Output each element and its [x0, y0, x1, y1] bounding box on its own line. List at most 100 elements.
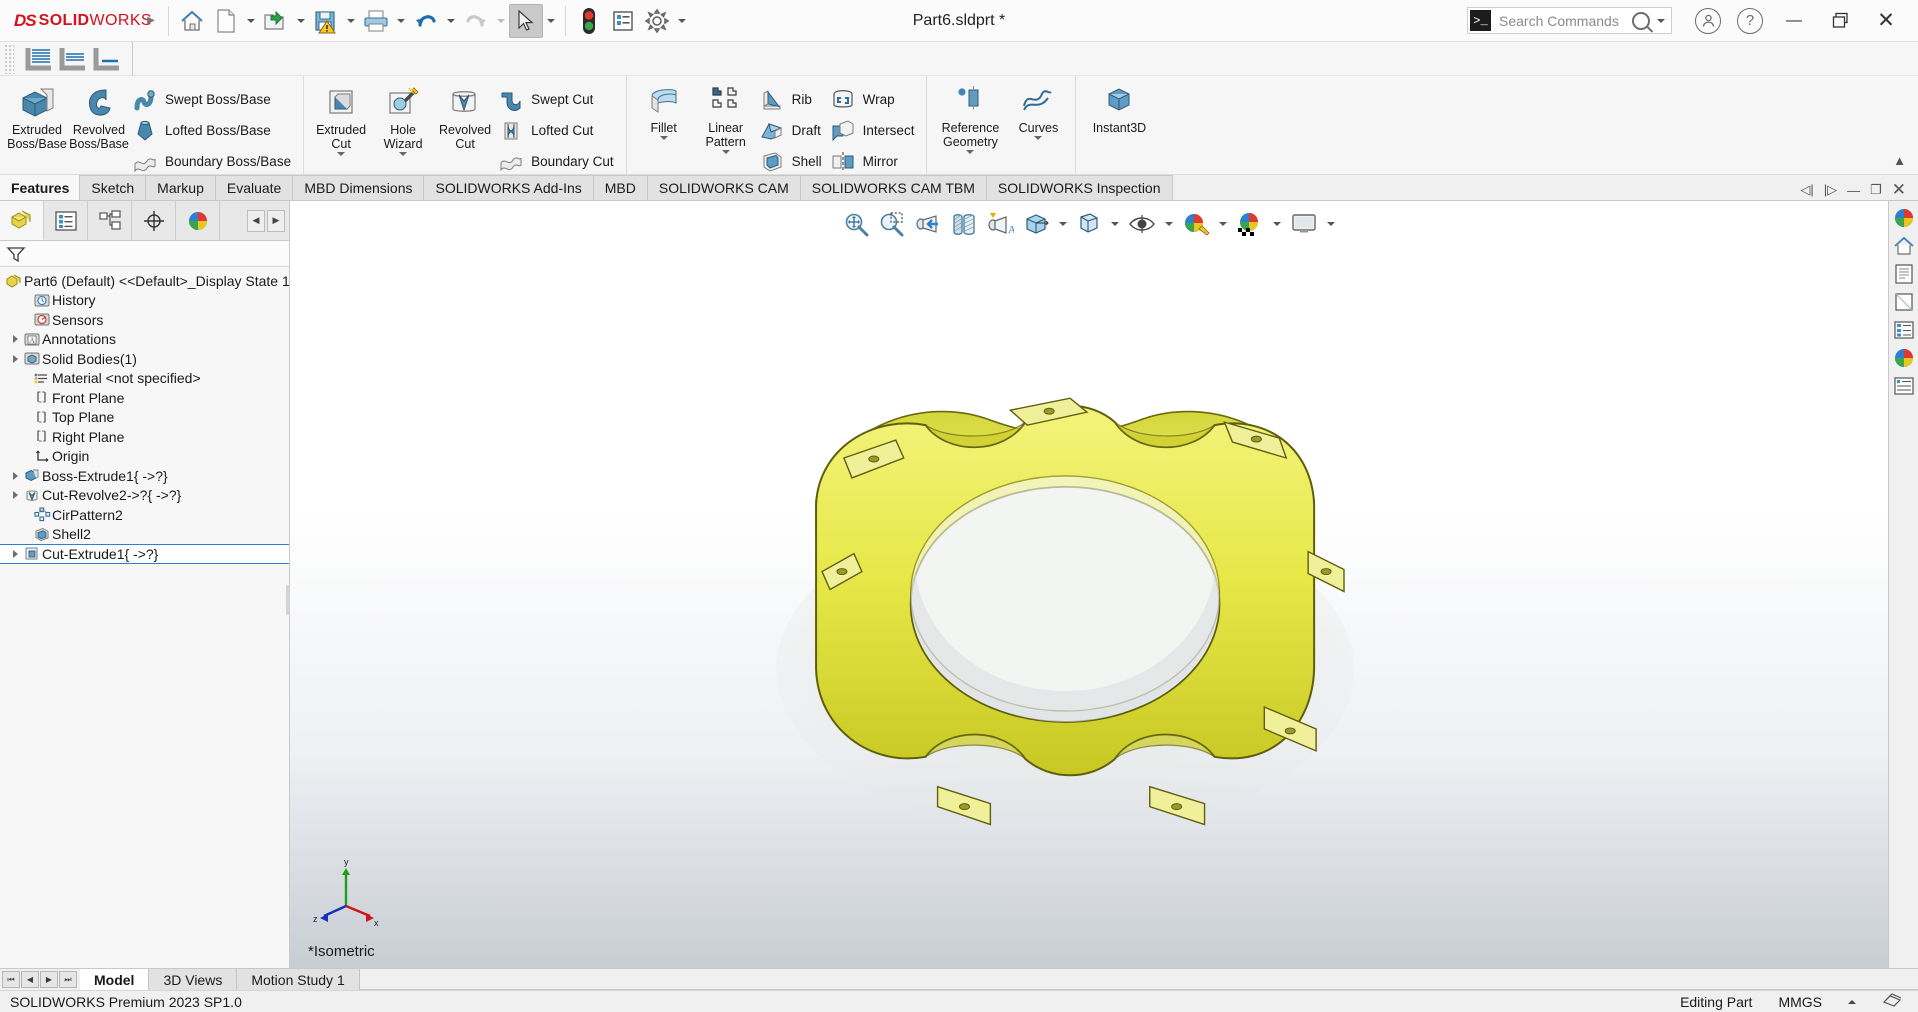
expand-arrow[interactable] [8, 355, 22, 363]
tab-solidworks-cam-tbm[interactable]: SOLIDWORKS CAM TBM [799, 175, 987, 200]
bottom-tab-model[interactable]: Model [80, 969, 150, 990]
tree-item-sensors[interactable]: Sensors [0, 310, 289, 330]
display-overlay-icon[interactable] [1882, 992, 1902, 1011]
boundary-boss-base-button[interactable]: Boundary Boss/Base [130, 146, 297, 177]
tree-item-cirpattern2[interactable]: CirPattern2 [0, 505, 289, 525]
home-icon[interactable] [175, 4, 209, 38]
new-document-dropdown[interactable] [243, 19, 259, 23]
3dexperience-icon[interactable] [1891, 205, 1917, 231]
tab-nav-first[interactable]: ⏮ [2, 971, 20, 988]
intersect-button[interactable]: Intersect [828, 115, 921, 146]
bottom-tab-3d-views[interactable]: 3D Views [149, 969, 238, 990]
print-icon[interactable] [359, 4, 393, 38]
feature-tree-filter-row[interactable] [0, 241, 289, 267]
lofted-cut-button[interactable]: Lofted Cut [496, 115, 620, 146]
tree-item-history[interactable]: History [0, 291, 289, 311]
extruded-cut-button[interactable]: Extruded Cut [310, 80, 372, 156]
tab-solidworks-inspection[interactable]: SOLIDWORKS Inspection [985, 175, 1173, 200]
tab-nav-last[interactable]: ⏭ [59, 971, 77, 988]
extruded-boss-base-button[interactable]: Extruded Boss/Base [6, 80, 68, 151]
collapse-ribbon-chevron-icon[interactable]: ▲ [1893, 153, 1906, 168]
tree-item-front-plane[interactable]: Front Plane [0, 388, 289, 408]
reference-geometry-caret-icon[interactable] [966, 150, 974, 154]
linear-pattern-caret-icon[interactable] [722, 150, 730, 154]
search-icon[interactable] [1632, 11, 1650, 30]
minimize-button[interactable]: — [1772, 0, 1816, 42]
sketch-partial-icon[interactable] [56, 42, 90, 76]
tree-item-solid-bodies[interactable]: Solid Bodies(1) [0, 349, 289, 369]
design-library-home-icon[interactable] [1891, 233, 1917, 259]
lofted-boss-base-button[interactable]: Lofted Boss/Base [130, 115, 297, 146]
linear-pattern-button[interactable]: Linear Pattern [695, 80, 757, 154]
view-palette-icon[interactable] [1891, 289, 1917, 315]
instant3d-button[interactable]: Instant3D [1082, 80, 1156, 135]
options-gear-icon[interactable] [640, 4, 674, 38]
shell-button[interactable]: Shell [757, 146, 828, 177]
pin-right-icon[interactable]: |▷ [1824, 182, 1837, 198]
select-dropdown[interactable] [543, 19, 559, 23]
status-units-label[interactable]: MMGS [1778, 994, 1822, 1010]
open-document-icon[interactable] [259, 4, 293, 38]
new-document-icon[interactable] [209, 4, 243, 38]
tab-mbd[interactable]: MBD [592, 175, 648, 200]
model-3d-view[interactable] [290, 201, 1888, 968]
save-dropdown[interactable] [343, 19, 359, 23]
tab-mbd-dimensions[interactable]: MBD Dimensions [292, 175, 425, 200]
tree-item-origin[interactable]: Origin [0, 447, 289, 467]
expand-arrow[interactable] [8, 472, 22, 480]
tab-sketch[interactable]: Sketch [79, 175, 147, 200]
hole-wizard-button[interactable]: Hole Wizard [372, 80, 434, 156]
expand-arrow[interactable] [8, 491, 22, 499]
tab-nav-prev[interactable]: ◀ [21, 971, 39, 988]
reference-geometry-button[interactable]: Reference Geometry [933, 80, 1007, 154]
tab-solidworks-cam[interactable]: SOLIDWORKS CAM [646, 175, 801, 200]
tree-item-cut-revolve2[interactable]: Cut-Revolve2->?{ ->?} [0, 486, 289, 506]
tree-item-cut-extrude1[interactable]: Cut-Extrude1{ ->?} [0, 544, 289, 564]
tree-item-boss-extrude1[interactable]: Boss-Extrude1{ ->?} [0, 466, 289, 486]
minimize-doc-icon[interactable]: — [1847, 183, 1860, 198]
tree-item-shell2[interactable]: Shell2 [0, 525, 289, 545]
search-dropdown[interactable] [1653, 19, 1669, 23]
options-dropdown[interactable] [674, 19, 690, 23]
extruded-cut-caret-icon[interactable] [337, 152, 345, 156]
fm-next-button[interactable]: ▶ [267, 209, 285, 232]
tab-evaluate[interactable]: Evaluate [214, 175, 294, 200]
bottom-tab-motion-study-1[interactable]: Motion Study 1 [237, 969, 360, 990]
revolved-cut-button[interactable]: Revolved Cut [434, 80, 496, 151]
swept-boss-base-button[interactable]: Swept Boss/Base [130, 84, 297, 115]
close-button[interactable]: ✕ [1864, 0, 1908, 42]
restore-doc-icon[interactable]: ❐ [1870, 182, 1882, 198]
open-document-dropdown[interactable] [293, 19, 309, 23]
select-arrow-icon[interactable] [509, 3, 543, 38]
fillet-button[interactable]: Fillet [633, 80, 695, 140]
help-icon[interactable]: ? [1737, 7, 1763, 34]
tab-solidworks-add-ins[interactable]: SOLIDWORKS Add-Ins [423, 175, 594, 200]
fm-prev-button[interactable]: ◀ [247, 209, 265, 232]
curves-button[interactable]: Curves [1007, 80, 1069, 140]
curves-caret-icon[interactable] [1034, 136, 1042, 140]
hole-wizard-caret-icon[interactable] [399, 152, 407, 156]
undo-icon[interactable] [409, 4, 443, 38]
wrap-button[interactable]: Wrap [828, 84, 921, 115]
print-dropdown[interactable] [393, 19, 409, 23]
revolved-boss-base-button[interactable]: Revolved Boss/Base [68, 80, 130, 151]
fillet-caret-icon[interactable] [660, 136, 668, 140]
file-properties-icon[interactable] [606, 4, 640, 38]
tab-markup[interactable]: Markup [145, 175, 216, 200]
status-units-caret-icon[interactable] [1848, 1000, 1856, 1004]
user-account-icon[interactable] [1695, 7, 1721, 34]
tab-nav-next[interactable]: ▶ [40, 971, 58, 988]
search-commands-box[interactable]: >_ Search Commands [1467, 7, 1672, 34]
pin-left-icon[interactable]: ◁| [1800, 182, 1813, 198]
dimxpert-manager-tab[interactable] [132, 201, 176, 240]
tree-item-annotations[interactable]: A Annotations [0, 330, 289, 350]
undo-dropdown[interactable] [443, 19, 459, 23]
close-doc-icon[interactable]: ✕ [1892, 180, 1906, 200]
custom-properties-icon[interactable] [1891, 317, 1917, 343]
expand-arrow[interactable] [8, 335, 22, 343]
graphics-area[interactable]: A y x z *Isometric [290, 201, 1888, 968]
rebuild-icon[interactable] [572, 4, 606, 38]
tab-features[interactable]: Features [0, 175, 81, 200]
sketch-line-icon[interactable] [90, 42, 124, 76]
swept-cut-button[interactable]: Swept Cut [496, 84, 620, 115]
